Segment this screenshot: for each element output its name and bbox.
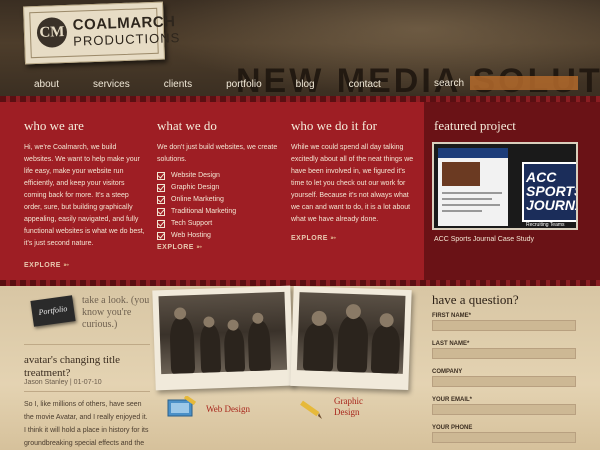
service-item[interactable]: Website Design xyxy=(157,170,279,182)
explore-clients-link[interactable]: EXPLORE ➳ xyxy=(291,234,337,242)
service-card-graphic-design[interactable]: Graphic Design xyxy=(294,396,374,420)
nav-portfolio[interactable]: portfolio xyxy=(226,76,262,94)
service-label: Online Marketing xyxy=(171,196,224,203)
email-field[interactable] xyxy=(432,404,576,415)
arrow-right-icon: ➳ xyxy=(63,262,70,269)
first-name-field[interactable] xyxy=(432,320,576,331)
who-we-do-it-for-text: While we could spend all day talking exc… xyxy=(291,144,414,223)
company-label: COMPANY xyxy=(432,369,463,375)
service-item[interactable]: Traditional Marketing xyxy=(157,206,279,218)
service-label: Traditional Marketing xyxy=(171,208,237,215)
blog-post-meta: Jason Stanley | 01-07-10 xyxy=(24,379,102,386)
service-card-label: Web Design xyxy=(206,404,251,414)
phone-field[interactable] xyxy=(432,432,576,443)
divider xyxy=(24,344,150,345)
magazine-cover: ACC SPORTS JOURNAL Recruiting Teams xyxy=(522,162,578,228)
explore-what-link[interactable]: EXPLORE ➳ xyxy=(157,243,203,251)
who-we-do-it-for-heading: who we do it for xyxy=(291,118,377,133)
first-name-label: FIRST NAME* xyxy=(432,313,471,319)
logo[interactable]: CM COALMARCH PRODUCTIONS xyxy=(23,1,181,65)
last-name-field[interactable] xyxy=(432,348,576,359)
email-label: YOUR EMAIL* xyxy=(432,397,473,403)
service-item[interactable]: Web Hosting xyxy=(157,230,279,242)
service-label: Graphic Design xyxy=(171,184,220,191)
explore-label: EXPLORE xyxy=(24,262,61,269)
website-screenshot xyxy=(438,148,508,226)
contact-form-heading: have a question? xyxy=(432,292,519,307)
checkbox-icon xyxy=(157,220,165,228)
phone-label: YOUR PHONE xyxy=(432,425,473,431)
main-nav: about services clients portfolio blog co… xyxy=(0,76,381,94)
who-we-are-heading: who we are xyxy=(24,118,84,133)
nav-clients[interactable]: clients xyxy=(164,76,192,94)
arrow-right-icon: ➳ xyxy=(330,235,337,242)
vintage-photo xyxy=(152,285,294,391)
company-field[interactable] xyxy=(432,376,576,387)
checkbox-icon xyxy=(157,184,165,192)
pencil-icon xyxy=(294,396,326,420)
featured-heading: featured project xyxy=(434,118,516,133)
vintage-photo xyxy=(290,285,412,391)
service-card-label: Graphic Design xyxy=(334,396,363,417)
nav-contact[interactable]: contact xyxy=(349,76,381,94)
who-we-are-text: Hi, we're Coalmarch, we build websites. … xyxy=(24,144,145,247)
magazine-tabs: Recruiting Teams xyxy=(526,222,565,228)
explore-who-link[interactable]: EXPLORE ➳ xyxy=(24,261,70,269)
last-name-label: LAST NAME* xyxy=(432,341,470,347)
blog-post-excerpt: So I, like millions of others, have seen… xyxy=(24,401,149,447)
portfolio-teaser: take a look. (you know you're curious.) xyxy=(82,295,150,330)
explore-label: EXPLORE xyxy=(157,244,194,251)
service-label: Tech Support xyxy=(171,220,213,227)
service-item[interactable]: Graphic Design xyxy=(157,182,279,194)
search-input[interactable] xyxy=(470,76,578,90)
checkbox-icon xyxy=(157,208,165,216)
what-we-do-column: what we do We don't just build websites,… xyxy=(157,118,279,242)
blog-post-title[interactable]: avatar's changing title treatment? xyxy=(24,354,154,380)
nav-blog[interactable]: blog xyxy=(296,76,315,94)
divider xyxy=(24,391,150,392)
checkbox-icon xyxy=(157,232,165,240)
checkbox-icon xyxy=(157,196,165,204)
nav-about[interactable]: about xyxy=(34,76,59,94)
search-label: search xyxy=(434,78,465,89)
nav-services[interactable]: services xyxy=(93,76,130,94)
services-list: Website Design Graphic Design Online Mar… xyxy=(157,170,279,242)
featured-caption[interactable]: ACC Sports Journal Case Study xyxy=(434,236,534,243)
what-we-do-intro: We don't just build websites, we create … xyxy=(157,144,278,163)
what-we-do-heading: what we do xyxy=(157,118,217,133)
arrow-right-icon: ➳ xyxy=(196,244,203,251)
featured-project-thumbnail[interactable]: ACC SPORTS JOURNAL Recruiting Teams xyxy=(432,142,578,230)
service-label: Web Hosting xyxy=(171,232,211,239)
checkbox-icon xyxy=(157,172,165,180)
site-header: CM COALMARCH PRODUCTIONS NEW MEDIA SOLUT… xyxy=(0,0,600,96)
service-item[interactable]: Online Marketing xyxy=(157,194,279,206)
who-we-do-it-for-column: who we do it for While we could spend al… xyxy=(291,118,415,226)
service-label: Website Design xyxy=(171,172,220,179)
explore-label: EXPLORE xyxy=(291,235,328,242)
service-item[interactable]: Tech Support xyxy=(157,218,279,230)
monitor-pencil-icon xyxy=(166,394,198,420)
logo-subtitle: PRODUCTIONS xyxy=(73,29,181,49)
service-card-web-design[interactable]: Web Design xyxy=(166,394,251,420)
magazine-title: ACC SPORTS JOURNAL xyxy=(526,169,578,213)
who-we-are-column: who we are Hi, we're Coalmarch, we build… xyxy=(24,118,146,250)
